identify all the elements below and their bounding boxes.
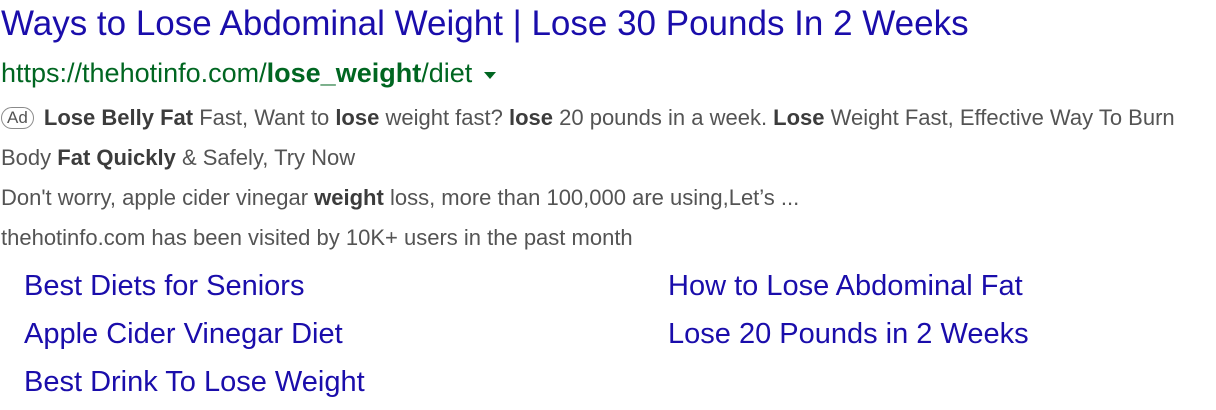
ad-description-line-1: Ad Lose Belly Fat Fast, Want to lose wei…: [1, 98, 1206, 178]
desc-seg: Lose: [773, 105, 825, 130]
ad-visits-line: thehotinfo.com has been visited by 10K+ …: [1, 225, 633, 250]
dropdown-arrow-icon[interactable]: [484, 71, 497, 79]
desc-seg: weight: [314, 185, 384, 210]
desc-seg: weight fast?: [379, 105, 509, 130]
desc-seg: lose: [335, 105, 380, 130]
desc-seg: & Safely, Try Now: [175, 145, 356, 170]
sitelink-best-drink-to-lose-weight[interactable]: Best Drink To Lose Weight: [24, 358, 365, 406]
desc-seg: Don't worry, apple cider vinegar: [1, 185, 315, 210]
sitelink-apple-cider-vinegar-diet[interactable]: Apple Cider Vinegar Diet: [24, 310, 343, 358]
ad-title-link[interactable]: Ways to Lose Abdominal Weight | Lose 30 …: [1, 2, 969, 46]
desc-seg: Fat Quickly: [57, 145, 176, 170]
url-suffix: /diet: [421, 57, 473, 88]
url-bold-segment: lose_weight: [266, 57, 422, 88]
desc-seg: Fast, Want to: [193, 105, 336, 130]
ad-badge: Ad: [1, 107, 34, 129]
desc-seg: 20 pounds in a week.: [553, 105, 774, 130]
ad-display-url[interactable]: https://thehotinfo.com/lose_weight/diet: [1, 58, 472, 89]
sitelink-best-diets-for-seniors[interactable]: Best Diets for Seniors: [24, 262, 304, 310]
url-prefix: https://thehotinfo.com/: [1, 57, 267, 88]
ad-description: Ad Lose Belly Fat Fast, Want to lose wei…: [1, 98, 1206, 258]
desc-seg: loss, more than 100,000 are using,Let’s …: [383, 185, 800, 210]
desc-seg: lose: [508, 105, 554, 130]
ad-description-line-2: Don't worry, apple cider vinegar weight …: [1, 178, 1206, 218]
desc-seg: Lose Belly Fat: [43, 105, 194, 130]
ad-url-line: https://thehotinfo.com/lose_weight/diet: [1, 54, 497, 92]
sitelink-lose-20-pounds-in-2-weeks[interactable]: Lose 20 Pounds in 2 Weeks: [668, 310, 1029, 358]
sitelink-how-to-lose-abdominal-fat[interactable]: How to Lose Abdominal Fat: [668, 262, 1023, 310]
